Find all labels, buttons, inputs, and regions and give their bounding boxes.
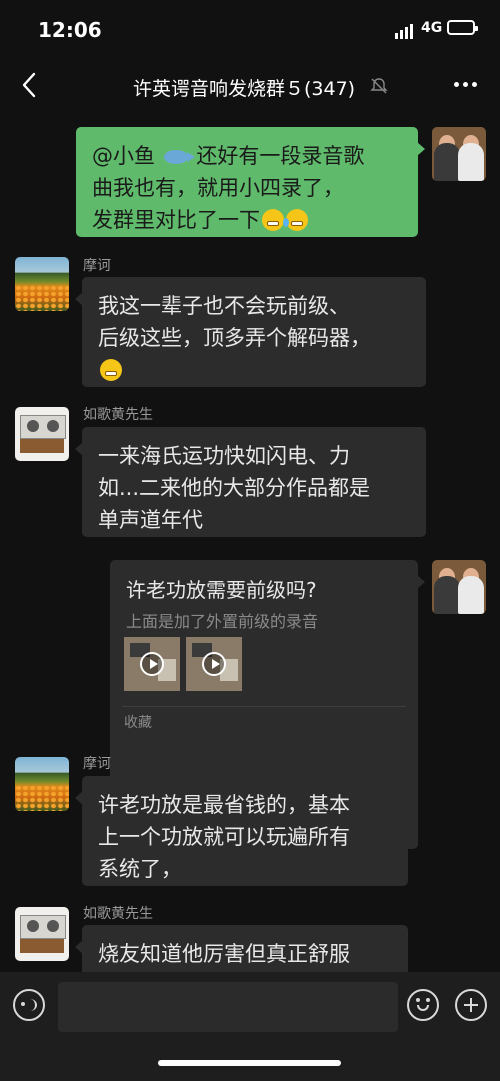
fish-emoji-icon — [163, 150, 195, 164]
message-text: 我这一辈子也不会玩前级、 — [98, 294, 350, 318]
signal-icon — [395, 24, 413, 39]
sender-name: 如歌黄先生 — [83, 906, 153, 922]
message-list[interactable]: @小鱼 还好有一段录音歌 曲我也有，就用小四录了， 发群里对比了一下 摩诃 我这… — [0, 112, 500, 972]
chat-header: 许英谔音响发烧群５(347) — [0, 60, 500, 112]
favorite-title: 许老功放需要前级吗? — [126, 578, 317, 602]
message-text: 发群里对比了一下 — [92, 208, 260, 232]
laugh-cry-emoji-icon — [283, 209, 308, 231]
home-indicator[interactable] — [158, 1060, 341, 1066]
video-thumbnail[interactable] — [124, 637, 180, 691]
voice-icon[interactable] — [13, 989, 45, 1021]
message-bubble[interactable]: 一来海氏运功快如闪电、力 如...二来他的大部分作品都是 单声道年代 — [75, 427, 426, 537]
message-text: 单声道年代 — [98, 508, 203, 532]
more-dots-icon[interactable] — [454, 82, 477, 87]
avatar[interactable] — [432, 127, 486, 181]
plus-icon[interactable] — [455, 989, 487, 1021]
sender-name: 如歌黄先生 — [83, 407, 153, 423]
avatar[interactable] — [432, 560, 486, 614]
battery-icon — [447, 20, 478, 35]
message-text: 后级这些，顶多弄个解码器， — [98, 326, 371, 350]
mention-text: @小鱼 — [92, 144, 155, 168]
smiley-icon[interactable] — [407, 989, 439, 1021]
message-bubble-outgoing[interactable]: @小鱼 还好有一段录音歌 曲我也有，就用小四录了， 发群里对比了一下 — [76, 127, 425, 237]
message-bubble[interactable]: 我这一辈子也不会玩前级、 后级这些，顶多弄个解码器， — [75, 277, 426, 387]
divider — [122, 706, 406, 707]
message-bubble[interactable]: 烧友知道他厉害但真正舒服 — [75, 925, 408, 972]
play-icon — [202, 652, 226, 676]
grin-emoji-icon — [100, 359, 122, 381]
chat-title: 许英谔音响发烧群５(347) — [133, 78, 356, 100]
sender-name: 摩诃 — [83, 756, 111, 772]
avatar[interactable] — [15, 757, 69, 811]
message-text: 烧友知道他厉害但真正舒服 — [98, 942, 350, 966]
message-text: 许老功放是最省钱的，基本 — [98, 793, 350, 817]
status-bar: 12:06 4G — [0, 0, 500, 60]
message-text: 系统了， — [98, 857, 182, 881]
message-text: 曲我也有，就用小四录了， — [92, 176, 344, 200]
video-thumbnail[interactable] — [186, 637, 242, 691]
avatar[interactable] — [15, 907, 69, 961]
favorite-subtitle: 上面是加了外置前级的录音 — [126, 612, 319, 631]
message-text: 如...二来他的大部分作品都是 — [98, 476, 371, 500]
grin-emoji-icon — [262, 209, 284, 231]
sender-name: 摩诃 — [83, 258, 111, 274]
chevron-left-icon[interactable] — [16, 70, 44, 100]
message-text: 还好有一段录音歌 — [196, 144, 365, 168]
message-input[interactable] — [58, 982, 398, 1032]
favorite-source-label: 收藏 — [124, 715, 152, 731]
message-text: 一来海氏运功快如闪电、力 — [98, 444, 350, 468]
status-time: 12:06 — [38, 18, 102, 42]
play-icon — [140, 652, 164, 676]
avatar[interactable] — [15, 407, 69, 461]
message-bubble[interactable]: 许老功放是最省钱的，基本 上一个功放就可以玩遍所有 系统了， — [75, 776, 408, 886]
message-text: 上一个功放就可以玩遍所有 — [98, 825, 350, 849]
network-type: 4G — [421, 20, 443, 36]
avatar[interactable] — [15, 257, 69, 311]
bell-off-icon — [370, 78, 388, 94]
input-bar — [0, 972, 500, 1081]
